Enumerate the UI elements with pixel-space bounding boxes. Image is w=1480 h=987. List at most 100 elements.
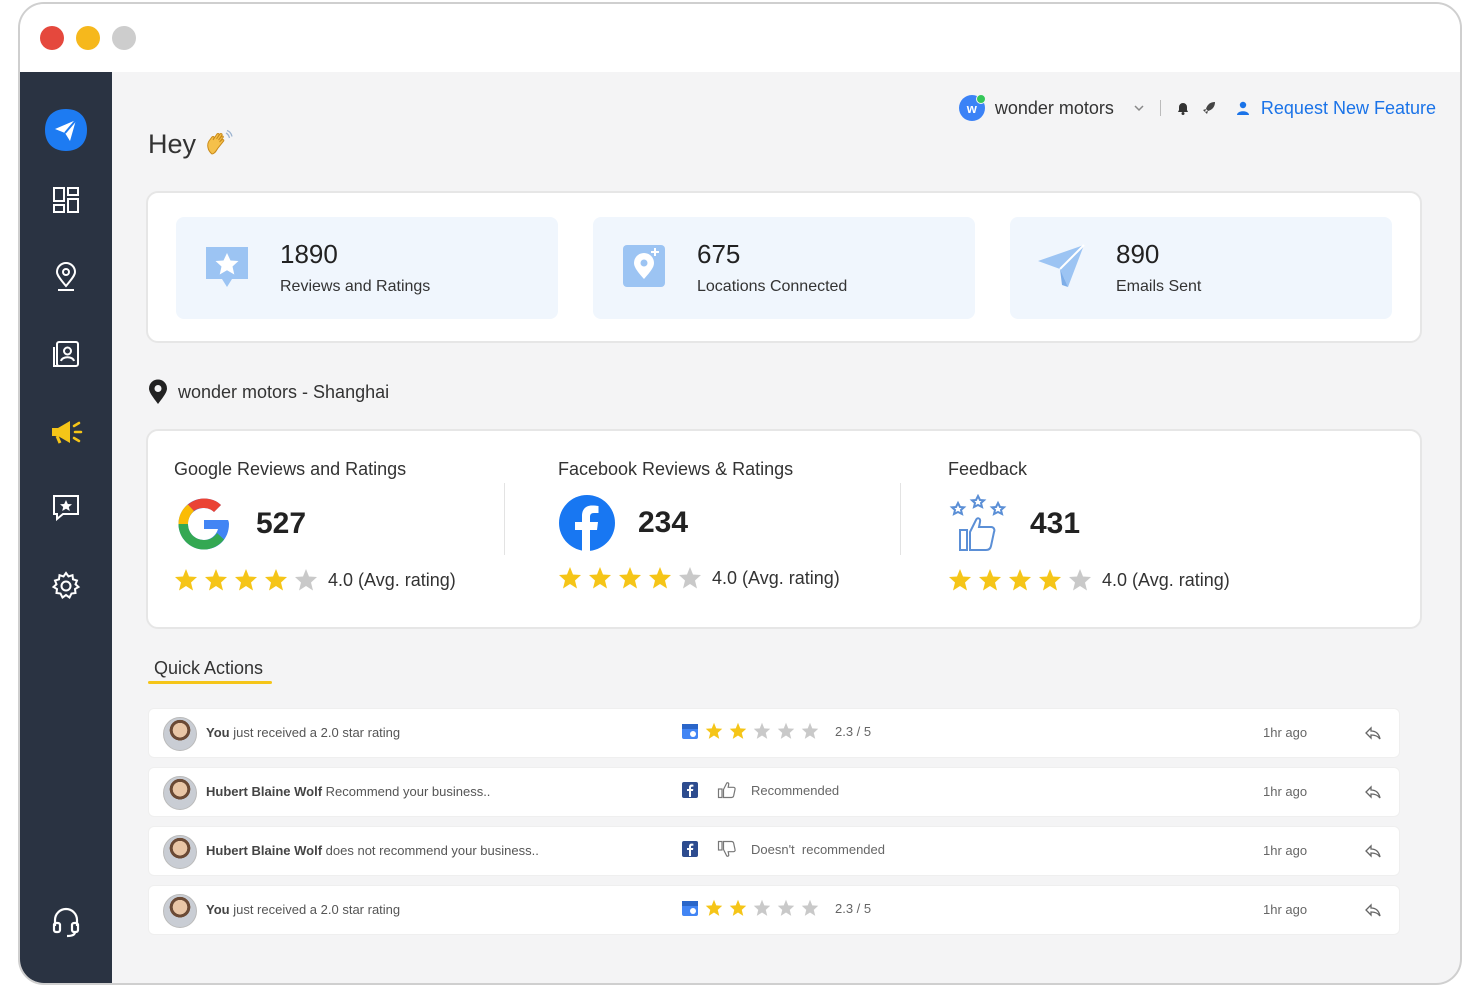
- row-message: Hubert Blaine Wolf does not recommend yo…: [206, 843, 539, 858]
- chevron-down-icon[interactable]: [1132, 101, 1146, 115]
- app-window: w wonder motors Request New Feature Hey …: [18, 2, 1462, 985]
- stat-label: Locations Connected: [697, 278, 848, 295]
- location-pin-icon[interactable]: [42, 253, 90, 301]
- stat-emails[interactable]: 890 Emails Sent: [1010, 217, 1392, 319]
- rocket-icon[interactable]: [1201, 100, 1217, 116]
- quick-action-row[interactable]: Hubert Blaine Wolf Recommend your busine…: [148, 767, 1400, 817]
- row-action-text: just received a 2.0 star rating: [233, 902, 401, 917]
- stat-value: 890: [1116, 239, 1160, 269]
- review-count: 431: [1030, 507, 1081, 540]
- review-star-chat-icon[interactable]: [42, 483, 90, 531]
- quick-action-row[interactable]: You just received a 2.0 star rating 2.3 …: [148, 708, 1400, 758]
- contacts-book-icon[interactable]: [42, 330, 90, 378]
- row-time: 1hr ago: [1263, 725, 1308, 740]
- stat-label: Emails Sent: [1116, 278, 1202, 295]
- google-icon: [178, 498, 229, 550]
- star-icon: [949, 569, 971, 591]
- dashboard-icon[interactable]: [42, 176, 90, 224]
- star-icon: [235, 569, 257, 591]
- review-title: Feedback: [948, 459, 1028, 479]
- row-time: 1hr ago: [1263, 902, 1308, 917]
- star-empty-icon: [679, 567, 701, 589]
- maximize-window-button[interactable]: [112, 26, 136, 50]
- thumbs-down-icon: [717, 840, 736, 857]
- stat-locations[interactable]: 675 Locations Connected: [593, 217, 975, 319]
- star-rating: 4.0 (Avg. rating): [558, 566, 840, 590]
- star-rating: 4.0 (Avg. rating): [174, 568, 456, 592]
- notification-bell-icon[interactable]: [1175, 100, 1191, 116]
- star-empty-icon: [777, 899, 795, 916]
- star-icon: [649, 567, 671, 589]
- rating-score: 2.3 / 5: [835, 723, 872, 739]
- row-status: Recommended: [681, 781, 839, 799]
- feedback-reviews[interactable]: Feedback 431 4.0 (Avg. rating): [948, 459, 1230, 592]
- google-reviews[interactable]: Google Reviews and Ratings 527 4.0 (Avg.…: [174, 459, 456, 592]
- avg-rating: 4.0 (Avg. rating): [712, 567, 840, 588]
- divider: [504, 483, 505, 555]
- star-icon: [589, 567, 611, 589]
- review-count: 527: [256, 507, 307, 540]
- facebook-icon: [682, 782, 698, 798]
- stats-card: 1890 Reviews and Ratings 675 Locations C…: [146, 191, 1422, 343]
- star-empty-icon: [295, 569, 317, 591]
- thumbs-up-stars-icon: [949, 494, 1007, 551]
- star-empty-icon: [753, 899, 771, 916]
- quick-action-row[interactable]: Hubert Blaine Wolf does not recommend yo…: [148, 826, 1400, 876]
- facebook-reviews[interactable]: Facebook Reviews & Ratings 234 4.0 (Avg.…: [558, 459, 840, 590]
- close-window-button[interactable]: [40, 26, 64, 50]
- reply-icon[interactable]: [1363, 782, 1383, 802]
- stat-label: Reviews and Ratings: [280, 278, 431, 295]
- star-icon: [1039, 569, 1061, 591]
- row-time: 1hr ago: [1263, 843, 1308, 858]
- user-icon[interactable]: [1235, 100, 1251, 116]
- reviewer-name: Hubert Blaine Wolf: [206, 784, 323, 799]
- reply-icon[interactable]: [1363, 841, 1383, 861]
- star-empty-icon: [1069, 569, 1091, 591]
- tab-underline: [148, 681, 272, 684]
- star-empty-icon: [777, 722, 795, 739]
- paper-plane-icon: [1038, 244, 1085, 287]
- avatar: [163, 894, 197, 928]
- divider: [900, 483, 901, 555]
- review-title: Google Reviews and Ratings: [174, 459, 407, 479]
- star-empty-icon: [801, 899, 819, 916]
- quick-actions-tab[interactable]: Quick Actions: [154, 658, 263, 679]
- request-new-feature-link[interactable]: Request New Feature: [1261, 98, 1436, 119]
- reply-icon[interactable]: [1363, 723, 1383, 743]
- greeting: Hey: [148, 128, 234, 160]
- avg-rating: 4.0 (Avg. rating): [328, 569, 456, 590]
- thumbs-up-icon: [717, 782, 736, 799]
- review-title: Facebook Reviews & Ratings: [558, 459, 794, 479]
- row-time: 1hr ago: [1263, 784, 1308, 799]
- star-icon: [559, 567, 581, 589]
- divider: [1159, 100, 1161, 116]
- row-message: You just received a 2.0 star rating: [206, 725, 400, 740]
- megaphone-icon[interactable]: [42, 408, 90, 456]
- reviewer-name: Hubert Blaine Wolf: [206, 843, 323, 858]
- facebook-icon: [682, 841, 698, 857]
- row-status: Doesn't recommended: [681, 840, 885, 858]
- minimize-window-button[interactable]: [76, 26, 100, 50]
- app-logo-icon[interactable]: [42, 106, 90, 154]
- review-count: 234: [638, 506, 689, 539]
- location-name: wonder motors - Shanghai: [178, 381, 390, 402]
- star-empty-icon: [801, 722, 819, 739]
- location-pin-icon: [149, 379, 167, 404]
- location-plus-icon: [623, 245, 665, 287]
- settings-gear-icon[interactable]: [42, 562, 90, 610]
- reviewer-name: You: [206, 725, 230, 740]
- brand-logo-icon: w: [958, 94, 986, 121]
- star-empty-icon: [753, 722, 771, 739]
- reply-icon[interactable]: [1363, 900, 1383, 920]
- star-icon: [175, 569, 197, 591]
- row-action-text: Recommend your business..: [325, 784, 491, 799]
- waving-hand-icon: [207, 129, 233, 155]
- title-bar: [20, 4, 1460, 72]
- row-action-text: just received a 2.0 star rating: [233, 725, 401, 740]
- support-headset-icon[interactable]: [42, 898, 90, 946]
- stat-reviews[interactable]: 1890 Reviews and Ratings: [176, 217, 558, 319]
- quick-action-row[interactable]: You just received a 2.0 star rating 2.3 …: [148, 885, 1400, 935]
- main-content: w wonder motors Request New Feature Hey …: [112, 72, 1460, 983]
- brand-selector[interactable]: wonder motors: [995, 98, 1114, 119]
- avg-rating: 4.0 (Avg. rating): [1102, 569, 1230, 590]
